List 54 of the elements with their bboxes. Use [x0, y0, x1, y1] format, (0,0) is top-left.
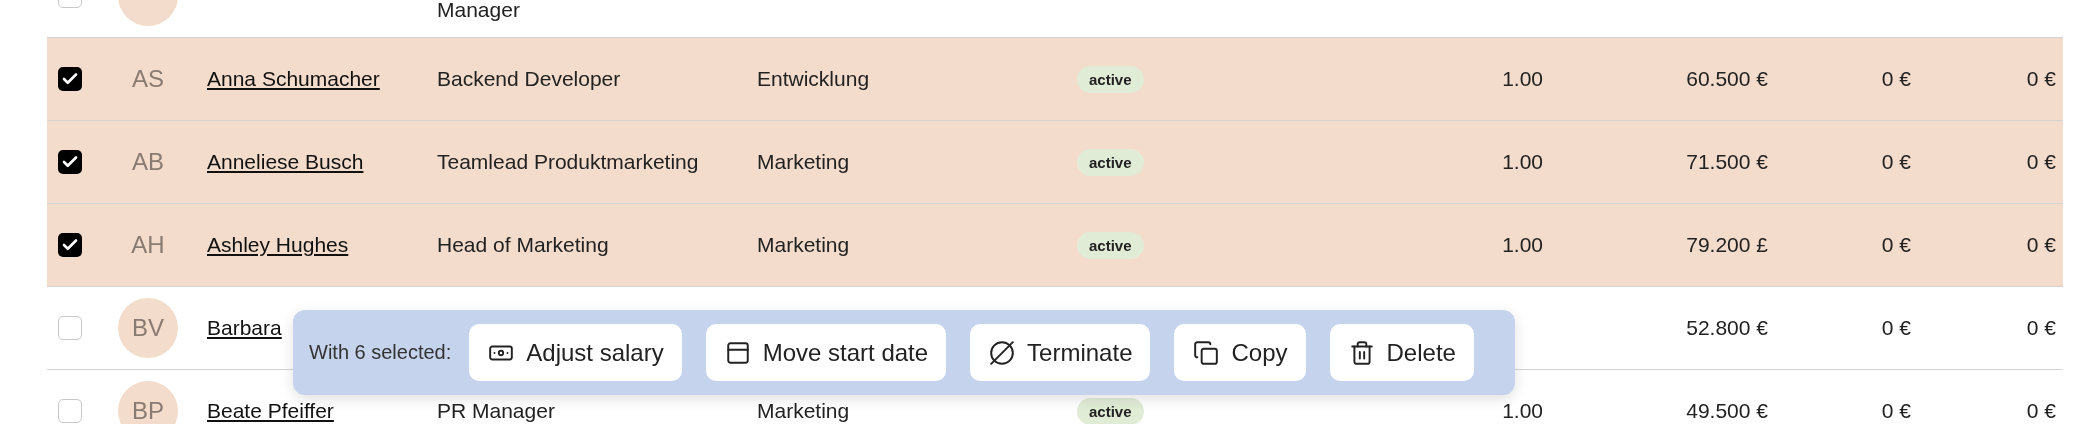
action-button[interactable]: Terminate: [970, 324, 1151, 381]
department: Marketing: [757, 233, 851, 257]
employee-name-link[interactable]: Anneliese Busch: [207, 150, 364, 174]
amount-value: 0 €: [1881, 399, 1911, 423]
salary-value: 79.200 £: [1686, 233, 1768, 257]
department: Entwicklung: [757, 67, 871, 91]
amount-value: 0 €: [2026, 399, 2056, 423]
employee-name-link[interactable]: Anna Schumacher: [207, 67, 380, 91]
employee-name-link[interactable]: Ashley Hughes: [207, 233, 349, 257]
window-icon: [724, 339, 751, 366]
amount-value: 0 €: [1881, 233, 1911, 257]
job-title: Head of Marketing: [437, 233, 610, 257]
amount-value: 0 €: [2026, 316, 2056, 340]
job-title: Manager: [437, 0, 521, 22]
fte-value: 1.00: [1502, 399, 1543, 423]
status-badge: active: [1077, 397, 1144, 424]
salary-value: 49.500 €: [1686, 399, 1768, 423]
department: Marketing: [757, 399, 851, 423]
slashed-circle-icon: [989, 339, 1016, 366]
row-checkbox[interactable]: [58, 399, 82, 423]
fte-value: 1.00: [1502, 67, 1543, 91]
salary-value: 71.500 €: [1686, 150, 1768, 174]
department: Marketing: [757, 150, 851, 174]
salary-value: 52.800 €: [1686, 316, 1768, 340]
fte-value: 1.00: [1502, 233, 1543, 257]
amount-value: 0 €: [1881, 150, 1911, 174]
row-checkbox[interactable]: [58, 316, 82, 340]
amount-value: 0 €: [2026, 67, 2056, 91]
status-badge: active: [1077, 231, 1144, 259]
job-title: PR Manager: [437, 399, 556, 423]
action-button[interactable]: Move start date: [705, 324, 947, 381]
salary-value: 60.500 €: [1686, 67, 1768, 91]
amount-value: 0 €: [2026, 150, 2056, 174]
job-title: Backend Developer: [437, 67, 622, 91]
copy-icon: [1193, 339, 1220, 366]
selection-count: With 6 selected:: [309, 341, 452, 364]
row-checkbox[interactable]: [58, 233, 82, 257]
action-button[interactable]: Copy: [1174, 324, 1306, 381]
status-badge: active: [1077, 148, 1144, 176]
avatar: BV: [118, 298, 178, 358]
avatar: BP: [118, 381, 178, 424]
row-checkbox[interactable]: [58, 67, 82, 91]
fte-value: 1.00: [1502, 150, 1543, 174]
amount-value: 0 €: [2026, 233, 2056, 257]
amount-value: 0 €: [1881, 67, 1911, 91]
amount-value: 0 €: [1881, 316, 1911, 340]
trash-icon: [1348, 339, 1375, 366]
action-button[interactable]: Delete: [1329, 324, 1474, 381]
row-checkbox[interactable]: [58, 150, 82, 174]
action-button[interactable]: Adjust salary: [469, 324, 682, 381]
employee-name-link[interactable]: Beate Pfeiffer: [207, 399, 334, 423]
employee-name-link[interactable]: Barbara: [207, 316, 282, 340]
status-badge: active: [1077, 65, 1144, 93]
job-title: Teamlead Produktmarketing: [437, 150, 700, 174]
